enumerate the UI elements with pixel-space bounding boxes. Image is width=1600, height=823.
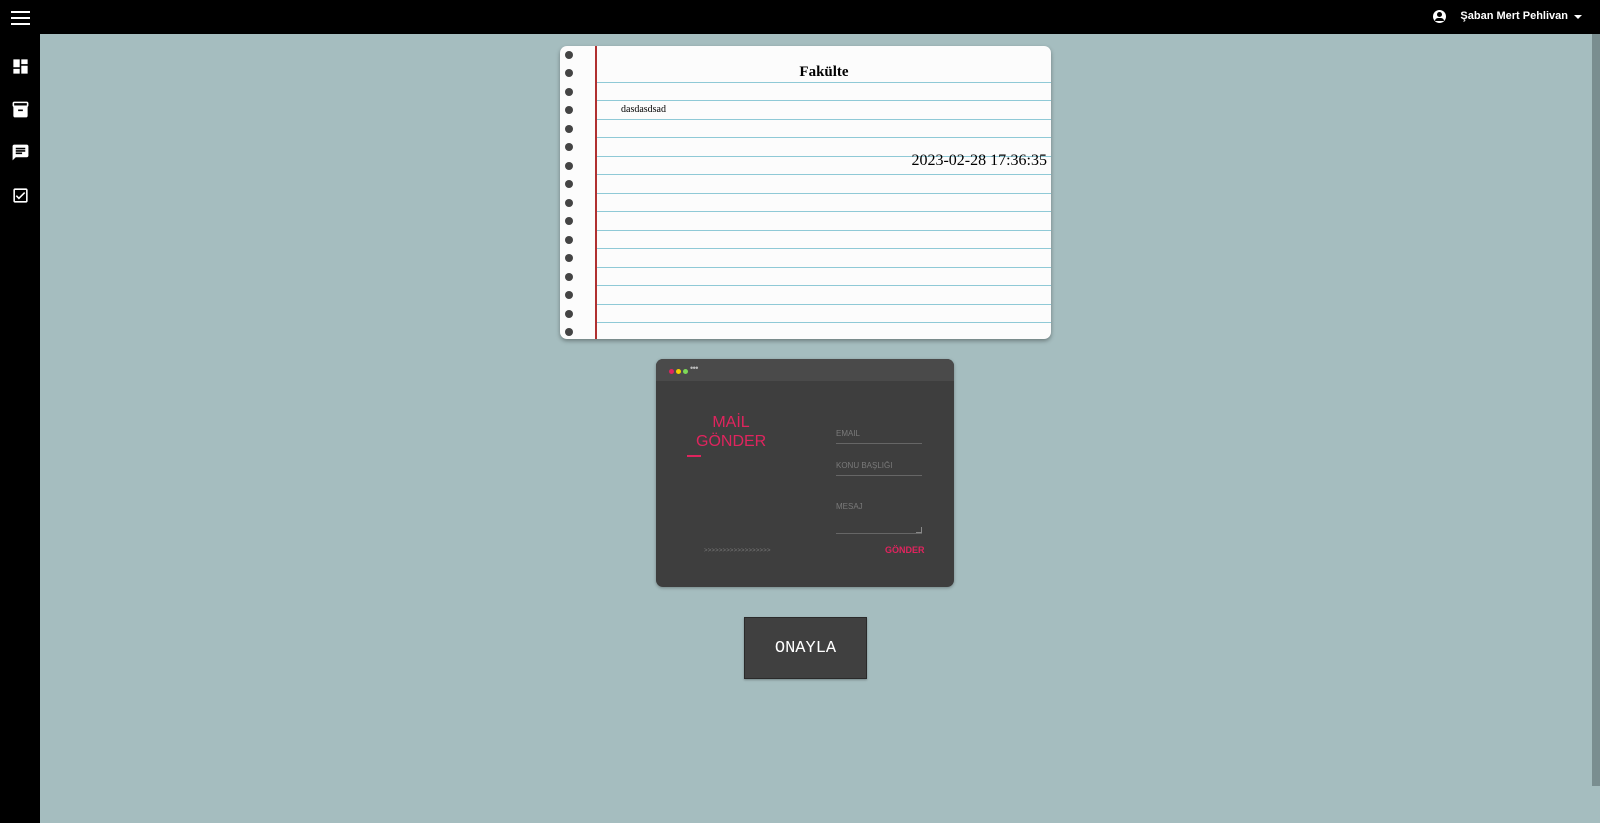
email-field — [836, 423, 922, 444]
subject-field — [836, 455, 922, 476]
hamburger-menu-icon[interactable] — [11, 11, 30, 25]
mail-title-line2: GÖNDER — [696, 433, 767, 450]
mail-form-card: ••• MAİL GÖNDER GÖNDER >>>>>>>>>>>>>>>>>… — [656, 359, 954, 587]
binder-hole — [565, 180, 573, 188]
maximize-dot-icon — [683, 369, 688, 374]
binder-hole — [565, 310, 573, 318]
notebook-date: 2023-02-28 17:36:35 — [911, 152, 1047, 169]
binder-hole — [565, 254, 573, 262]
binder-hole — [565, 162, 573, 170]
more-dots-icon: ••• — [690, 363, 698, 373]
binder-hole — [565, 143, 573, 151]
user-menu[interactable]: Şaban Mert Pehlivan — [1433, 6, 1582, 26]
binder-hole — [565, 106, 573, 114]
binder-hole — [565, 236, 573, 244]
archive-icon[interactable] — [11, 100, 30, 119]
mail-title-line1: MAİL — [712, 414, 750, 431]
sidebar — [0, 34, 40, 823]
title-underline — [687, 455, 701, 457]
close-dot-icon — [669, 369, 674, 374]
binder-hole — [565, 125, 573, 133]
send-button[interactable]: GÖNDER — [885, 545, 925, 555]
notebook-body: dasdasdsad — [621, 104, 666, 115]
minimize-dot-icon — [676, 369, 681, 374]
email-input[interactable] — [836, 423, 922, 444]
user-name: Şaban Mert Pehlivan — [1460, 10, 1568, 22]
top-bar: Şaban Mert Pehlivan — [0, 0, 1600, 34]
notebook-margin-line — [595, 46, 597, 339]
mail-footer-text: >>>>>>>>>>>>>>>>>> — [704, 548, 771, 554]
main-content: Fakülte dasdasdsad 2023-02-28 17:36:35 •… — [40, 34, 1600, 823]
checkbox-icon[interactable] — [11, 186, 30, 205]
mail-form-title: MAİL GÖNDER — [696, 413, 766, 451]
binder-hole — [565, 199, 573, 207]
binder-hole — [565, 291, 573, 299]
notebook-title: Fakülte — [799, 64, 849, 80]
window-title-bar: ••• — [656, 359, 954, 381]
confirm-button[interactable]: ONAYLA — [744, 617, 867, 679]
scrollbar[interactable] — [1592, 34, 1600, 786]
chevron-down-icon — [1574, 15, 1582, 19]
account-circle-icon — [1433, 9, 1447, 23]
subject-input[interactable] — [836, 455, 922, 476]
binder-hole — [565, 273, 573, 281]
dashboard-icon[interactable] — [11, 57, 30, 76]
message-field — [836, 502, 922, 534]
message-icon[interactable] — [11, 143, 30, 162]
binder-hole — [565, 328, 573, 336]
message-textarea[interactable] — [836, 502, 922, 532]
binder-hole — [565, 217, 573, 225]
binder-hole — [565, 51, 573, 59]
notebook-card: Fakülte dasdasdsad 2023-02-28 17:36:35 — [560, 46, 1051, 339]
binder-hole — [565, 69, 573, 77]
binder-hole — [565, 88, 573, 96]
notebook-lines — [560, 46, 1051, 339]
resize-handle-icon[interactable] — [916, 527, 922, 533]
